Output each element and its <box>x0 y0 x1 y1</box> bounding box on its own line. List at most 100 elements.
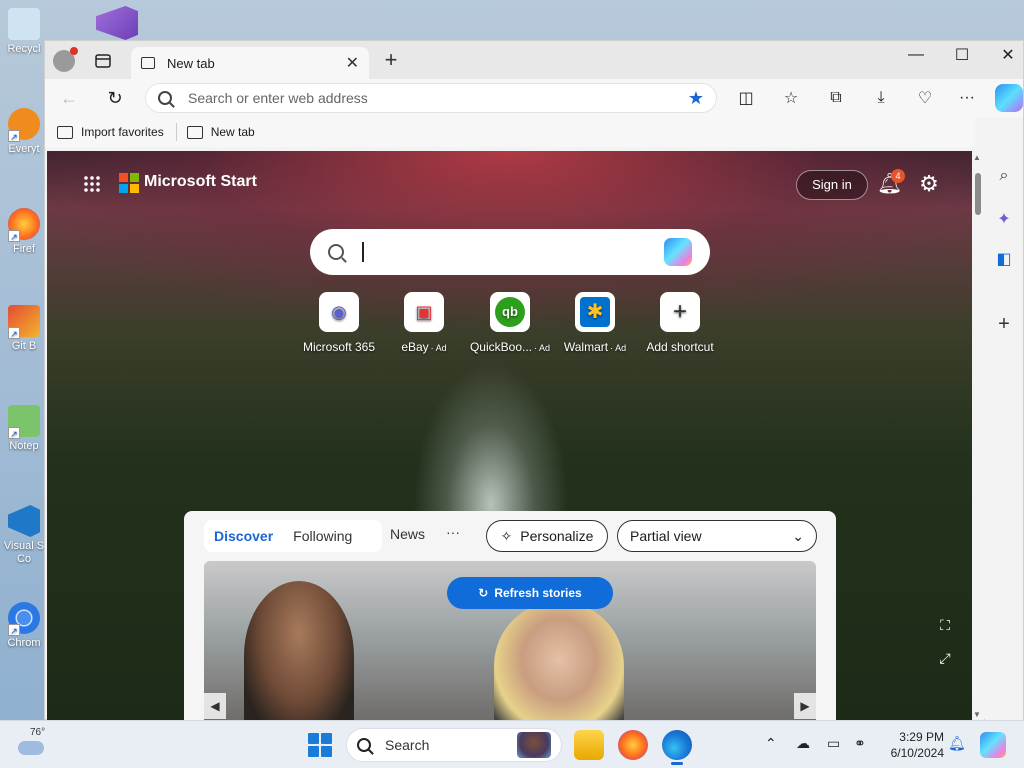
minimize-button[interactable]: — <box>893 41 939 69</box>
desktop-icon-recycle-bin[interactable]: Recycl <box>2 8 46 55</box>
ad-label: · Ad <box>610 343 627 353</box>
personalize-label: Personalize <box>520 528 594 544</box>
import-icon <box>57 125 73 139</box>
tab-discover[interactable]: Discover <box>214 528 273 544</box>
refresh-button[interactable]: ↻ <box>101 84 129 112</box>
refresh-stories-button[interactable]: ↻ Refresh stories <box>447 577 613 609</box>
weather-widget[interactable]: 76° <box>18 727 48 761</box>
toolbar: ← ↻ Search or enter web address ★ ◫ ☆ ⧉ … <box>45 79 1023 117</box>
sign-in-button[interactable]: Sign in <box>796 170 868 200</box>
search-icon <box>357 738 371 752</box>
app-launcher-icon[interactable] <box>83 175 101 193</box>
address-bar[interactable]: Search or enter web address ★ <box>145 83 717 113</box>
visual-studio-icon[interactable] <box>96 6 138 40</box>
split-screen-icon[interactable]: ◫ <box>732 84 760 112</box>
downloads-icon[interactable]: ⤓ <box>867 84 895 112</box>
refresh-label: Refresh stories <box>494 586 582 600</box>
onedrive-offline-icon[interactable]: ☁ <box>796 735 810 752</box>
file-explorer-icon[interactable] <box>574 730 604 760</box>
cloud-icon <box>18 741 44 755</box>
collections-icon[interactable]: ⧉ <box>822 84 850 112</box>
firefox-icon[interactable] <box>618 730 648 760</box>
desktop-icon-chrome[interactable]: ↗ Chrom <box>2 602 46 649</box>
close-tab-icon[interactable]: ✕ <box>346 53 359 73</box>
firefox-icon: ↗ <box>8 208 40 242</box>
shortcut-ebay[interactable]: ▣ eBay · Ad <box>381 292 467 354</box>
import-favorites-link[interactable]: Import favorites <box>57 125 164 139</box>
maximize-button[interactable]: ☐ <box>939 41 985 69</box>
favorite-star-icon[interactable]: ★ <box>688 88 704 109</box>
show-hidden-icons-chevron-icon[interactable]: ⌃ <box>765 735 777 752</box>
copilot-taskbar-icon[interactable] <box>980 732 1006 758</box>
desktop-icon-notepad[interactable]: ↗ Notep <box>2 405 46 452</box>
page-settings-gear-icon[interactable]: ⚙ <box>917 172 941 196</box>
chrome-icon: ↗ <box>8 602 40 636</box>
browser-window: New tab ✕ + — ☐ ✕ ← ↻ Search or enter we… <box>44 40 1024 756</box>
story-next-button[interactable]: ▶ <box>794 693 816 719</box>
clock-time: 3:29 PM <box>899 730 944 744</box>
edge-sidebar: ⌕ ✦ ◧ + ⚙ <box>985 117 1023 756</box>
shortcut-quickbooks[interactable]: qb QuickBoo... · Ad <box>467 292 553 354</box>
scroll-down-icon[interactable]: ▼ <box>973 710 981 719</box>
tab-title: New tab <box>167 55 215 71</box>
tab-new-tab[interactable]: New tab ✕ <box>131 47 369 79</box>
shortcut-label: Add shortcut <box>646 340 714 354</box>
browser-essentials-icon[interactable]: ♡ <box>911 84 939 112</box>
shortcut-label: Walmart <box>563 340 609 354</box>
desktop-icon-label: Visual S Co <box>3 540 45 565</box>
profile-avatar[interactable] <box>53 47 78 72</box>
ad-label: · Ad <box>534 343 551 353</box>
shortcut-microsoft-365[interactable]: ◉ Microsoft 365 <box>296 292 382 354</box>
display-icon[interactable]: ▭ <box>827 735 840 752</box>
feed-tab-group: Discover Following <box>204 520 383 552</box>
expand-icon[interactable]: ⤢ <box>935 650 955 670</box>
shortcut-walmart[interactable]: ✱ Walmart · Ad <box>552 292 638 354</box>
search-icon[interactable]: ⌕ <box>994 167 1014 187</box>
tab-news[interactable]: News <box>390 526 425 542</box>
notifications-bell-icon[interactable]: 🔔︎ 4 <box>877 169 905 199</box>
edge-icon[interactable] <box>662 730 692 765</box>
text-caret <box>362 242 364 262</box>
copilot-icon[interactable] <box>664 238 692 266</box>
quickbooks-icon: qb <box>490 292 530 332</box>
top-story-card[interactable]: ↻ Refresh stories ◀ ▶ <box>204 561 816 721</box>
web-search-box[interactable] <box>310 229 710 275</box>
start-button[interactable] <box>308 733 332 757</box>
scrollbar-thumb[interactable] <box>975 173 981 215</box>
close-window-button[interactable]: ✕ <box>985 41 1024 69</box>
system-clock[interactable]: 3:29 PM 6/10/2024 <box>880 729 944 761</box>
desktop-icon-vscode[interactable]: Visual S Co <box>2 505 46 566</box>
page-scrollbar[interactable]: ▲ ▼ <box>972 151 984 721</box>
desktop-icon-everything[interactable]: ↗ Everyt <box>2 108 46 155</box>
favorites-icon[interactable]: ☆ <box>777 84 805 112</box>
tab-actions-icon[interactable] <box>89 47 117 75</box>
more-tabs-button[interactable]: ··· <box>446 524 460 540</box>
search-highlight-image <box>517 732 551 758</box>
outlook-icon[interactable]: ◧ <box>994 249 1014 269</box>
more-options-icon[interactable]: ··· <box>953 84 981 112</box>
view-mode-select[interactable]: Partial view ⌄ <box>617 520 817 552</box>
new-tab-favorite-link[interactable]: New tab <box>186 125 255 139</box>
address-placeholder: Search or enter web address <box>188 90 368 106</box>
tab-following[interactable]: Following <box>293 528 352 544</box>
add-sidebar-app-icon[interactable]: + <box>994 313 1014 335</box>
desktop-icon-firefox[interactable]: ↗ Firef <box>2 208 46 255</box>
background-image-icon[interactable]: ⛶ <box>935 617 955 637</box>
scroll-up-icon[interactable]: ▲ <box>973 153 981 162</box>
refresh-icon: ↻ <box>478 586 489 600</box>
copilot-sidebar-icon[interactable]: ✦ <box>994 209 1014 229</box>
network-icon[interactable]: ⚭ <box>854 735 866 752</box>
copilot-icon[interactable] <box>995 84 1023 112</box>
personalize-button[interactable]: ✧ Personalize <box>486 520 608 552</box>
notification-bell-icon[interactable]: 🔔︎ <box>948 735 966 752</box>
search-icon <box>328 244 344 260</box>
back-button[interactable]: ← <box>55 84 83 112</box>
story-prev-button[interactable]: ◀ <box>204 693 226 719</box>
new-tab-button[interactable]: + <box>379 49 403 73</box>
walmart-icon: ✱ <box>575 292 615 332</box>
taskbar-search[interactable]: Search <box>346 728 562 762</box>
sparkle-icon: ✧ <box>500 527 513 544</box>
desktop-icon-git-bash[interactable]: ↗ Git B <box>2 305 46 352</box>
shortcut-add[interactable]: + Add shortcut <box>637 292 723 354</box>
vscode-icon <box>8 505 40 537</box>
